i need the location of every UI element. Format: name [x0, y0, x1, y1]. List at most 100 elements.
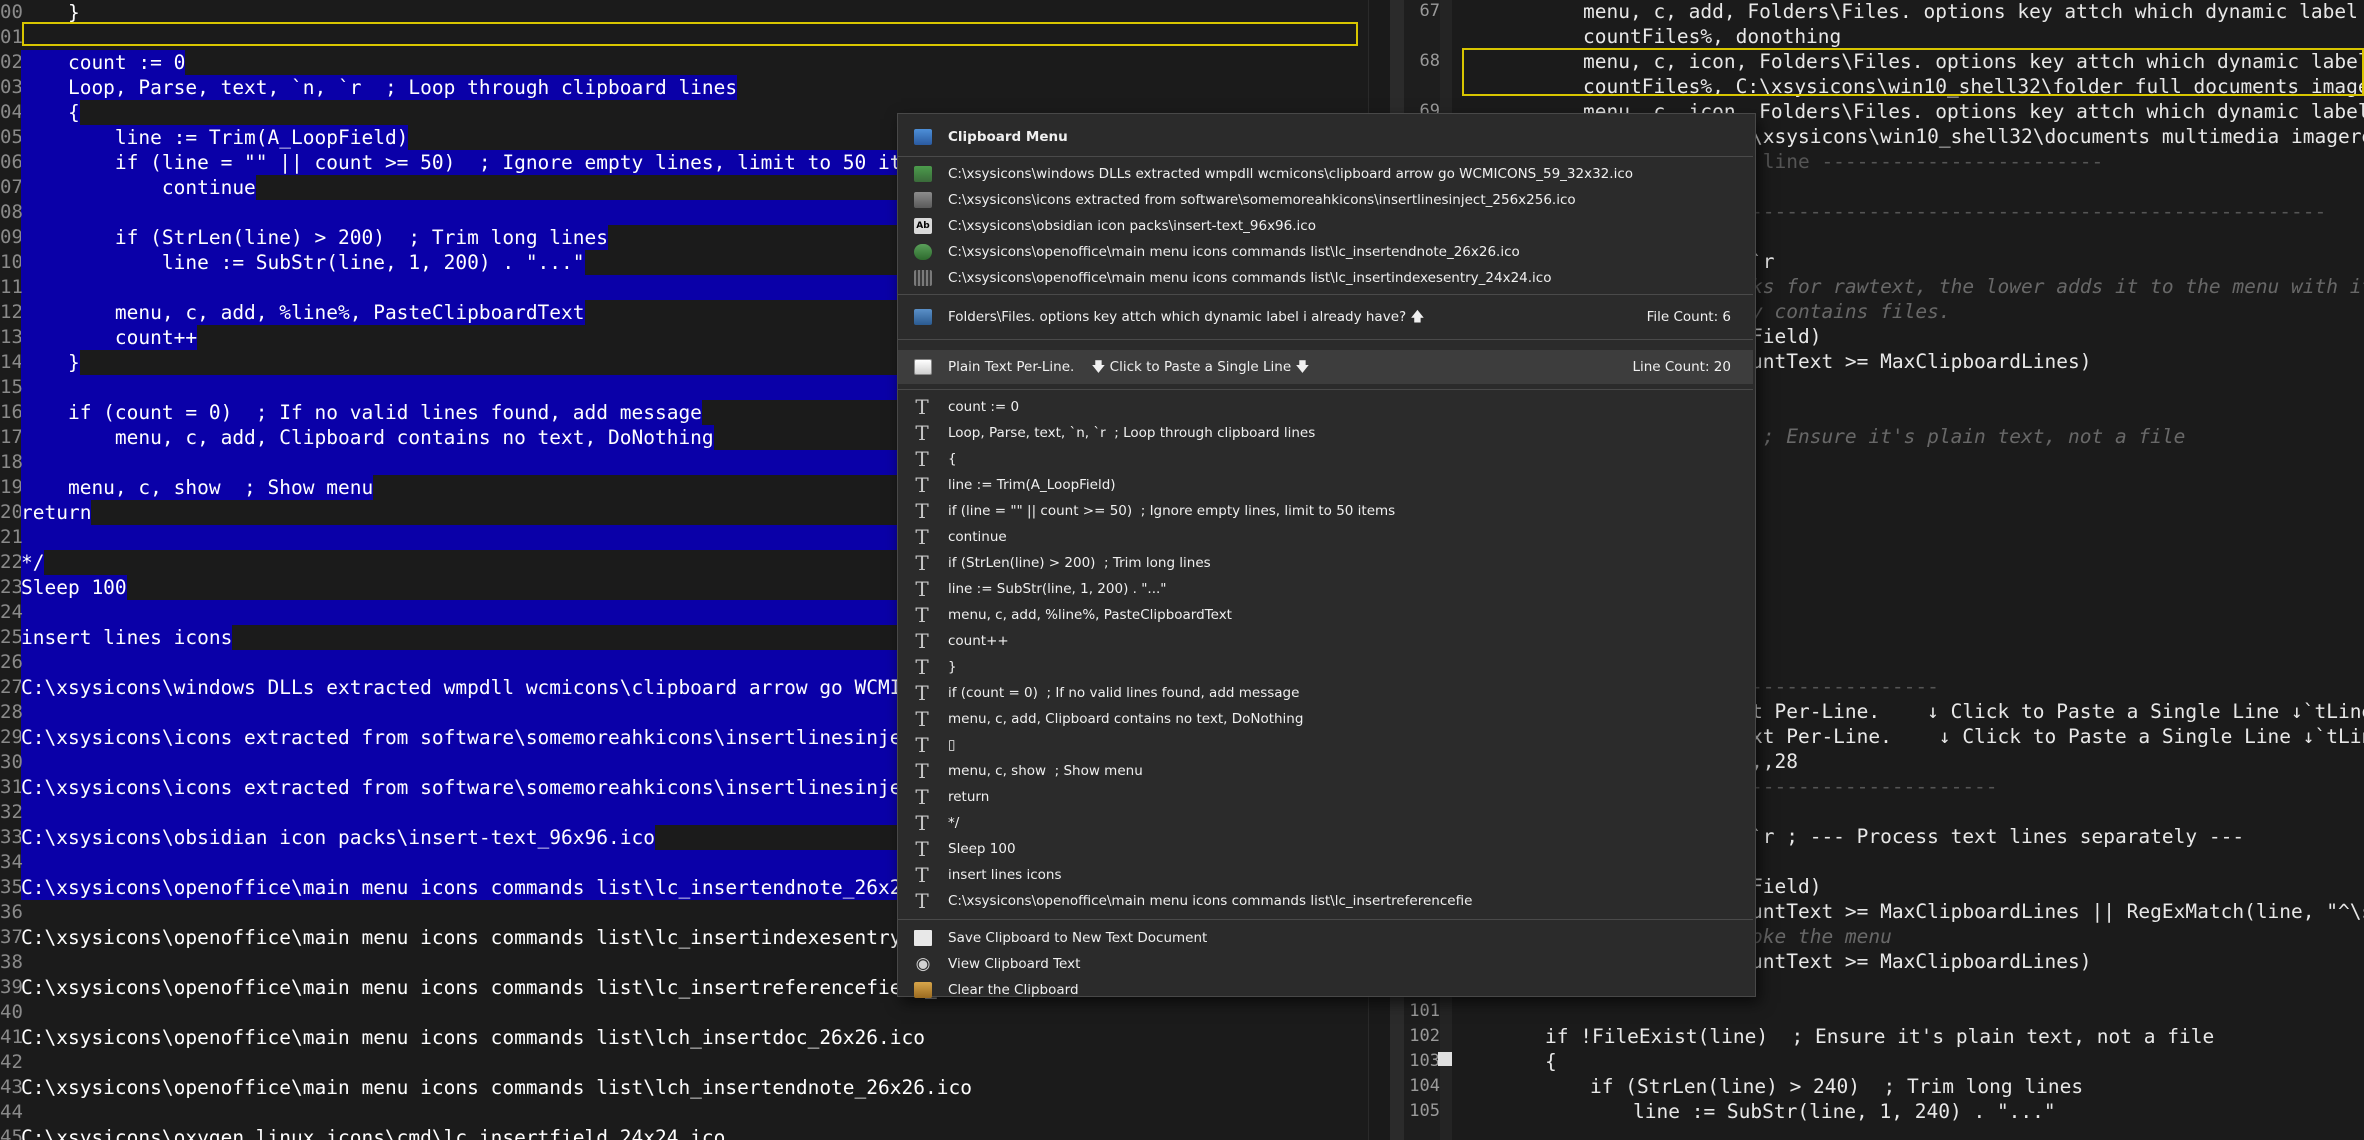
line-number: 39 — [0, 976, 23, 998]
code-line[interactable]: y contains files. — [1751, 299, 1951, 324]
plain-text-header[interactable]: Plain Text Per-Line. 🡇 Click to Paste a … — [898, 350, 1753, 384]
clipboard-line-item-label: */ — [948, 815, 960, 831]
clipboard-line-item[interactable]: T C:\xsysicons\openoffice\main menu icons… — [898, 888, 1753, 914]
clipboard-line-item-label: ▯ — [948, 737, 956, 753]
code-line[interactable]: --------------------- — [1751, 774, 1998, 799]
clipboard-line-item[interactable]: Tif (line = "" || count >= 50) ; Ignore … — [898, 498, 1753, 524]
line-number: 40 — [0, 1001, 23, 1023]
clipboard-line-item[interactable]: Tmenu, c, show ; Show menu — [898, 758, 1753, 784]
code-line[interactable]: \xsysicons\win10_shell32\documents multi… — [1751, 124, 2364, 149]
code-line[interactable]: t Per-Line. ↓ Click to Paste a Single Li… — [1751, 699, 2364, 724]
code-line[interactable]: ks for rawtext, the lower adds it to the… — [1751, 274, 2364, 299]
clipboard-line-item[interactable]: Treturn — [898, 784, 1753, 810]
clipboard-line-item[interactable]: Tline := SubStr(line, 1, 200) . "..." — [898, 576, 1753, 602]
folders-files-header[interactable]: Folders\Files. options key attch which d… — [898, 300, 1753, 334]
code-line[interactable]: ,,28 — [1751, 749, 1798, 774]
line-number: 25 — [0, 626, 23, 648]
line-text: count := 0 — [21, 50, 186, 75]
clipboard-line-item-label: { — [948, 451, 957, 467]
clipboard-line-item[interactable]: Tmenu, c, add, Clipboard contains no tex… — [898, 706, 1753, 732]
menu-icon-path-item[interactable]: C:\xsysicons\windows DLLs extracted wmpd… — [898, 161, 1753, 187]
clipboard-line-item[interactable]: T Sleep 100 — [898, 836, 1753, 862]
code-line[interactable]: `r ; --- Process text lines separately -… — [1751, 824, 2244, 849]
line-text: if (StrLen(line) > 200) ; Trim long line… — [21, 225, 608, 250]
clipboard-line-item[interactable]: Tline := Trim(A_LoopField) — [898, 472, 1753, 498]
menu-action-item[interactable]: Clear the Clipboard — [898, 977, 1753, 1003]
clipboard-line-item[interactable]: T} — [898, 654, 1753, 680]
text-line-icon: T — [915, 577, 929, 601]
code-line[interactable]: countFiles%, donothing — [1583, 24, 1841, 49]
code-line[interactable]: if (StrLen(line) > 240) ; Trim long line… — [1590, 1074, 2083, 1099]
line-number: 00 — [0, 1, 23, 23]
code-line[interactable]: untText >= MaxClipboardLines) — [1751, 949, 2091, 974]
clipboard-line-item[interactable]: T */ — [898, 810, 1753, 836]
new-document-icon — [914, 930, 932, 946]
menu-separator — [898, 919, 1753, 920]
clipboard-line-item[interactable]: Tcount++ — [898, 628, 1753, 654]
menu-icon-path-item[interactable]: C:\xsysicons\openoffice\main menu icons … — [898, 265, 1753, 291]
line-text: C:\xsysicons\icons extracted from softwa… — [21, 775, 961, 800]
menu-icon-path-item[interactable]: C:\xsysicons\icons extracted from softwa… — [898, 187, 1753, 213]
code-line[interactable]: Field) — [1751, 324, 1821, 349]
line-number: 07 — [0, 176, 23, 198]
clipboard-line-item[interactable]: T Loop, Parse, text, `n, `r ; Loop throug… — [898, 420, 1753, 446]
code-line[interactable]: { — [1545, 1049, 1557, 1074]
text-line-icon: T — [915, 447, 929, 471]
code-line[interactable]: oke the menu — [1751, 924, 1892, 949]
code-line[interactable]: ; Ensure it's plain text, not a file — [1751, 424, 2186, 449]
clipboard-line-item[interactable]: Tif (count = 0) ; If no valid lines foun… — [898, 680, 1753, 706]
code-line[interactable]: ----------------------------------------… — [1751, 199, 2326, 224]
text-line-icon: T — [915, 785, 929, 809]
clipboard-line-item[interactable]: Tinsert lines icons — [898, 862, 1753, 888]
line-number: 05 — [0, 126, 23, 148]
clipboard-line-item-label: menu, c, add, Clipboard contains no text… — [948, 711, 1304, 727]
menu-action-item[interactable]: Save Clipboard to New Text Document — [898, 925, 1753, 951]
code-line[interactable]: Field) — [1751, 874, 1821, 899]
line-number: 42 — [0, 1051, 23, 1073]
text-line-icon: T — [915, 733, 929, 757]
code-line[interactable]: xt Per-Line. ↓ Click to Paste a Single L… — [1751, 724, 2364, 749]
bookmark-marker-icon[interactable] — [1438, 1052, 1452, 1066]
code-line[interactable]: ---------------- — [1751, 674, 1939, 699]
selection-band — [21, 700, 921, 725]
line-text: line := SubStr(line, 1, 200) . "..." — [21, 250, 585, 275]
menu-separator — [898, 294, 1753, 295]
menu-icon-path-item[interactable]: C:\xsysicons\openoffice\main menu icons … — [898, 239, 1753, 265]
clipboard-line-item[interactable]: Tcontinue — [898, 524, 1753, 550]
line-number: 18 — [0, 451, 23, 473]
line-text: C:\xsysicons\windows DLLs extracted wmpd… — [21, 675, 961, 700]
code-line[interactable]: untText >= MaxClipboardLines || RegExMat… — [1751, 899, 2364, 924]
line-number: 36 — [0, 901, 23, 923]
clipboard-line-item-label: line := SubStr(line, 1, 200) . "..." — [948, 581, 1167, 597]
line-number: 27 — [0, 676, 23, 698]
line-number: 38 — [0, 951, 23, 973]
line-text: C:\xsysicons\openoffice\main menu icons … — [21, 976, 961, 999]
line-number: 102 — [1409, 1026, 1440, 1046]
clipboard-line-item[interactable]: Tcount := 0 — [898, 394, 1753, 420]
line-text: if (line = "" || count >= 50) ; Ignore e… — [21, 150, 937, 175]
code-line[interactable]: line := SubStr(line, 1, 240) . "..." — [1633, 1099, 2056, 1124]
selection-band — [21, 600, 921, 625]
folders-files-header-count: File Count: 6 — [1646, 309, 1731, 325]
folder-files-icon — [914, 309, 932, 325]
line-text: count++ — [21, 325, 198, 350]
line-text: C:\xsysicons\obsidian icon packs\insert-… — [21, 825, 655, 850]
line-number: 29 — [0, 726, 23, 748]
clipboard-line-item[interactable]: T ▯ — [898, 732, 1753, 758]
clipboard-line-item-label: menu, c, show ; Show menu — [948, 763, 1143, 779]
line-number: 10 — [0, 251, 23, 273]
line-text: } — [21, 350, 80, 375]
clipboard-line-item-label: Loop, Parse, text, `n, `r ; Loop through… — [948, 425, 1316, 441]
menu-icon-path-item[interactable]: Ab C:\xsysicons\obsidian icon packs\inser… — [898, 213, 1753, 239]
code-line[interactable]: menu, c, add, Folders\Files. options key… — [1583, 0, 2364, 24]
clipboard-line-item[interactable]: T{ — [898, 446, 1753, 472]
clipboard-line-item[interactable]: Tmenu, c, add, %line%, PasteClipboardTex… — [898, 602, 1753, 628]
text-line-icon: T — [915, 863, 929, 887]
line-number: 09 — [0, 226, 23, 248]
menu-action-item[interactable]: ◉ View Clipboard Text — [898, 951, 1753, 977]
code-line[interactable]: line ------------------------ — [1751, 149, 2103, 174]
code-line[interactable]: untText >= MaxClipboardLines) — [1751, 349, 2091, 374]
line-number: 37 — [0, 926, 23, 948]
code-line[interactable]: if !FileExist(line) ; Ensure it's plain … — [1545, 1024, 2214, 1049]
clipboard-line-item[interactable]: Tif (StrLen(line) > 200) ; Trim long lin… — [898, 550, 1753, 576]
